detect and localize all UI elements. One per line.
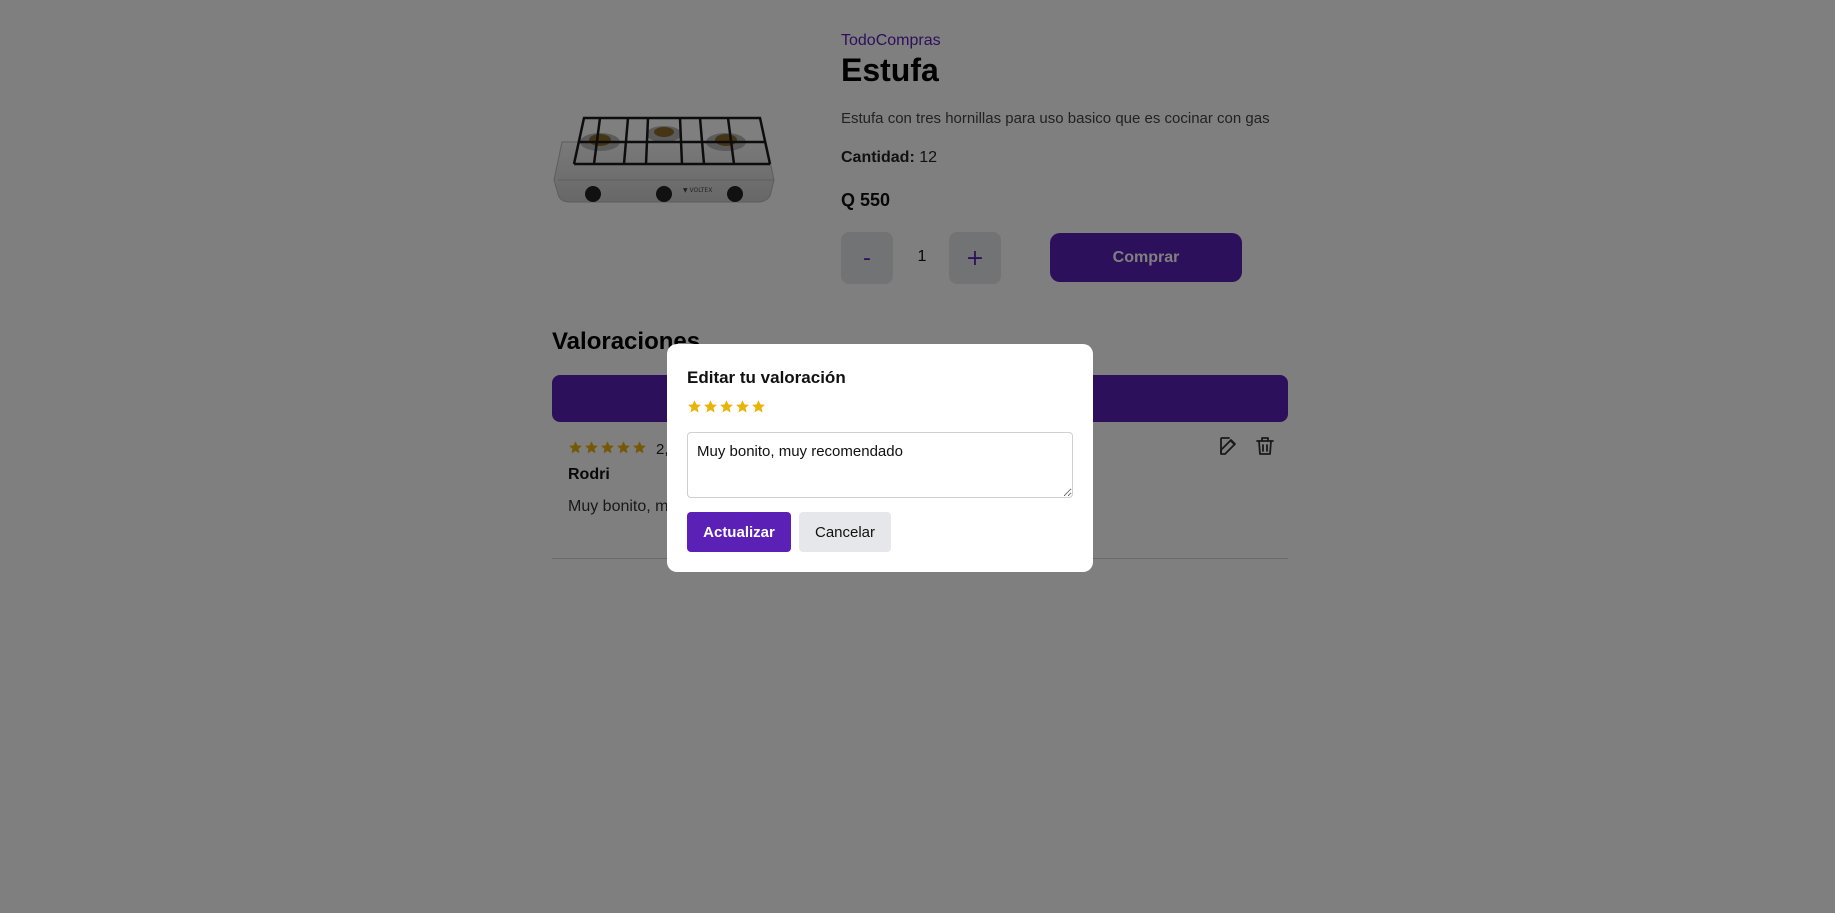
cancel-button[interactable]: Cancelar (799, 512, 891, 552)
modal-title: Editar tu valoración (687, 368, 846, 387)
star-icon[interactable] (687, 399, 702, 414)
update-button[interactable]: Actualizar (687, 512, 791, 552)
review-comment-field[interactable]: Muy bonito, muy recomendado (687, 432, 1073, 498)
star-icon[interactable] (719, 399, 734, 414)
edit-review-modal: Editar tu valoración Muy bonito, muy rec… (667, 344, 1093, 572)
rating-selector (687, 399, 766, 414)
star-icon[interactable] (751, 399, 766, 414)
star-icon[interactable] (703, 399, 718, 414)
star-icon[interactable] (735, 399, 750, 414)
